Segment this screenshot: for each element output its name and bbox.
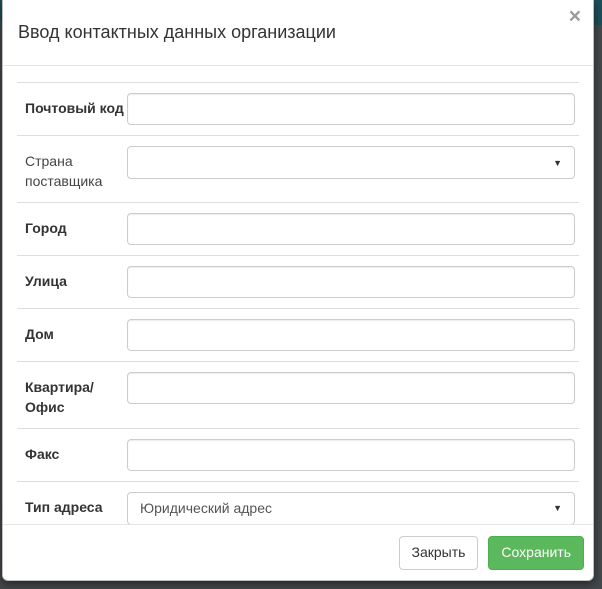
- fax-input[interactable]: [127, 438, 575, 471]
- modal-title: Ввод контактных данных организации: [18, 22, 336, 42]
- address-type-field: Юридический адрес ▼: [127, 491, 575, 525]
- fax-field: [127, 438, 575, 471]
- form-row-postal-code: Почтовый код: [17, 82, 579, 135]
- modal-header: Ввод контактных данных организации ×: [3, 0, 593, 66]
- postal-code-field: [127, 93, 575, 125]
- close-icon[interactable]: ×: [569, 6, 581, 27]
- apartment-office-label: Квартира/Офис: [25, 378, 94, 415]
- city-input[interactable]: [127, 212, 575, 245]
- house-input[interactable]: [127, 318, 575, 351]
- street-input[interactable]: [127, 265, 575, 298]
- close-button[interactable]: Закрыть: [398, 535, 479, 570]
- supplier-country-field: ▼: [127, 146, 575, 179]
- save-button[interactable]: Сохранить: [488, 535, 584, 570]
- form-row-apartment-office: Квартира/Офис: [17, 360, 579, 428]
- modal-body: Почтовый код Страна поставщика ▼ Город Улица…: [3, 66, 593, 535]
- street-label: Улица: [25, 272, 67, 289]
- modal-footer: Закрыть Сохранить: [3, 524, 593, 580]
- house-field: [127, 318, 575, 351]
- form-row-supplier-country: Страна поставщика ▼: [17, 135, 579, 202]
- address-type-select[interactable]: Юридический адрес ▼: [127, 491, 575, 525]
- form-row-city: Город: [17, 201, 579, 255]
- apartment-office-input[interactable]: [127, 371, 575, 404]
- form-row-house: Дом: [17, 307, 579, 361]
- fax-label: Факс: [25, 445, 60, 462]
- city-field: [127, 212, 575, 245]
- supplier-country-select[interactable]: ▼: [127, 146, 575, 179]
- address-type-select-value: Юридический адрес: [140, 499, 273, 516]
- apartment-office-field: [127, 371, 575, 404]
- form-row-street: Улица: [17, 254, 579, 308]
- form-row-fax: Факс: [17, 427, 579, 481]
- street-field: [127, 265, 575, 298]
- city-label: Город: [25, 219, 67, 236]
- chevron-down-icon: ▼: [553, 157, 562, 168]
- house-label: Дом: [25, 325, 54, 342]
- postal-code-input[interactable]: [127, 93, 575, 125]
- supplier-country-label: Страна поставщика: [25, 153, 103, 189]
- contact-data-modal: Ввод контактных данных организации × Поч…: [2, 0, 594, 581]
- page-background-accent-right: [593, 0, 602, 25]
- postal-code-label: Почтовый код: [25, 100, 124, 116]
- address-type-label: Тип адреса: [25, 498, 103, 515]
- contact-form: Почтовый код Страна поставщика ▼ Город Улица…: [17, 82, 579, 535]
